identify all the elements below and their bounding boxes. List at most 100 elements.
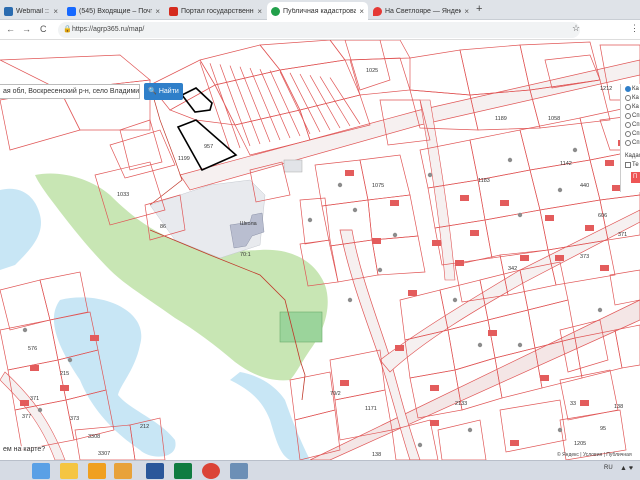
radio-icon[interactable]: [625, 130, 631, 137]
radio-icon[interactable]: [625, 94, 631, 101]
photos-icon[interactable]: [32, 463, 50, 479]
parcel-outline[interactable]: [279, 59, 361, 111]
excel-icon[interactable]: [174, 463, 192, 479]
word-icon[interactable]: [146, 463, 164, 479]
address-marker[interactable]: [67, 357, 73, 363]
tab-gosuslugi[interactable]: Портал государственных усл ×: [165, 2, 266, 20]
address-marker[interactable]: [37, 407, 43, 413]
address-marker[interactable]: [467, 427, 473, 433]
map-canvas[interactable]: Школа 70:1 1025 957 1199 1033 86 1075 1183 440 6…: [0, 40, 640, 460]
star-icon[interactable]: ☆: [572, 23, 580, 34]
search-button[interactable]: 🔍 Найти: [144, 83, 183, 100]
input-language[interactable]: RU: [604, 465, 613, 471]
building-footprint: [30, 365, 39, 371]
parcel-outline[interactable]: [499, 399, 567, 453]
tab-mail[interactable]: (545) Входящие – Почта Mail ×: [63, 2, 164, 20]
layer-option[interactable]: Сп: [621, 129, 640, 138]
close-icon[interactable]: ×: [257, 7, 262, 16]
parcel-outline[interactable]: [329, 40, 411, 61]
parcel-outline[interactable]: [409, 49, 471, 96]
parcel-outline[interactable]: [314, 159, 369, 207]
address-marker[interactable]: [307, 217, 313, 223]
close-icon[interactable]: ×: [464, 7, 469, 16]
address-marker[interactable]: [22, 327, 28, 333]
address-marker[interactable]: [597, 307, 603, 313]
parcel-number-label: 1075: [372, 183, 384, 189]
parcel-outline[interactable]: [437, 419, 487, 460]
tab-yandex-maps[interactable]: На Светлояре — Яндекс Карты ×: [369, 2, 473, 20]
parcel-outline[interactable]: [447, 319, 496, 371]
parcel-outline[interactable]: [349, 57, 411, 96]
address-marker[interactable]: [337, 182, 343, 188]
close-icon[interactable]: ×: [359, 7, 364, 16]
parcel-outline[interactable]: [289, 371, 336, 421]
url-text: https://agrp365.ru/map/: [72, 26, 145, 33]
forward-button[interactable]: →: [22, 24, 31, 34]
parcel-outline[interactable]: [0, 279, 51, 331]
layer-option[interactable]: Сп: [621, 138, 640, 147]
menu-icon[interactable]: ⋮: [630, 23, 639, 34]
address-marker[interactable]: [557, 427, 563, 433]
radio-icon[interactable]: [625, 121, 631, 128]
layer-option[interactable]: Сп: [621, 111, 640, 120]
address-marker[interactable]: [377, 267, 383, 273]
outlook-icon[interactable]: [88, 463, 106, 479]
checkbox-icon[interactable]: [625, 161, 631, 168]
parcel-number-label: 1212: [600, 86, 612, 92]
address-search-input[interactable]: ая обл, Воскресенский р-н, село Владимир…: [0, 84, 140, 99]
address-marker[interactable]: [392, 232, 398, 238]
parcel-outline[interactable]: [614, 324, 640, 369]
address-marker[interactable]: [352, 207, 358, 213]
action-button[interactable]: П: [631, 172, 640, 183]
radio-icon[interactable]: [625, 85, 631, 92]
tab-webmail[interactable]: Webmail :: Входящ ×: [0, 2, 62, 20]
address-marker[interactable]: [517, 342, 523, 348]
radio-icon[interactable]: [625, 103, 631, 110]
parcel-outline[interactable]: [214, 69, 301, 126]
address-bar[interactable]: 🔒 https://agrp365.ru/map/: [58, 22, 580, 38]
address-marker[interactable]: [477, 342, 483, 348]
layer-option[interactable]: Ка: [621, 84, 640, 93]
close-icon[interactable]: ×: [53, 7, 58, 16]
address-marker[interactable]: [427, 172, 433, 178]
explorer-icon[interactable]: [60, 463, 78, 479]
parcel-outline[interactable]: [469, 129, 531, 181]
parcel-outline[interactable]: [0, 319, 59, 371]
layer-label: Ка: [632, 103, 639, 110]
address-marker[interactable]: [452, 297, 458, 303]
new-tab-button[interactable]: +: [476, 3, 482, 15]
reload-button[interactable]: C: [40, 24, 47, 34]
address-marker[interactable]: [572, 147, 578, 153]
parcel-outline[interactable]: [109, 129, 176, 179]
system-tray-icons[interactable]: ▲ ♥: [620, 465, 633, 472]
address-marker[interactable]: [347, 297, 353, 303]
parcel-outline[interactable]: [519, 117, 591, 171]
cadastral-map[interactable]: Школа 70:1 1025 957 1199 1033 86 1075 1183 440 6…: [0, 40, 640, 460]
address-marker[interactable]: [517, 212, 523, 218]
parcel-number-label: 70/2: [330, 391, 341, 397]
address-marker[interactable]: [507, 157, 513, 163]
close-icon[interactable]: ×: [155, 7, 160, 16]
gallery-icon[interactable]: [230, 463, 248, 479]
parcel-outline[interactable]: [0, 89, 81, 151]
parcel-outline[interactable]: [559, 369, 619, 421]
layer-option[interactable]: Ка: [621, 93, 640, 102]
radio-icon[interactable]: [625, 139, 631, 146]
parcel-outline[interactable]: [359, 154, 411, 201]
back-button[interactable]: ←: [6, 24, 15, 34]
address-marker[interactable]: [557, 187, 563, 193]
parcel-outline[interactable]: [119, 119, 163, 171]
layer-option[interactable]: Сп: [621, 120, 640, 129]
parcel-outline[interactable]: [299, 197, 331, 245]
checkbox-option[interactable]: Те: [621, 160, 640, 169]
folder-icon[interactable]: [114, 463, 132, 479]
parcel-outline[interactable]: [259, 40, 346, 71]
feedback-question[interactable]: ем на карте?: [0, 446, 49, 453]
chrome-icon[interactable]: [202, 463, 220, 479]
radio-icon[interactable]: [625, 112, 631, 119]
tab-cadastral-map[interactable]: Публичная кадастровая карта ×: [267, 2, 368, 20]
building-footprint: [395, 345, 404, 351]
layer-option[interactable]: Ка: [621, 102, 640, 111]
address-marker[interactable]: [417, 442, 423, 448]
parcel-outline[interactable]: [529, 159, 601, 211]
